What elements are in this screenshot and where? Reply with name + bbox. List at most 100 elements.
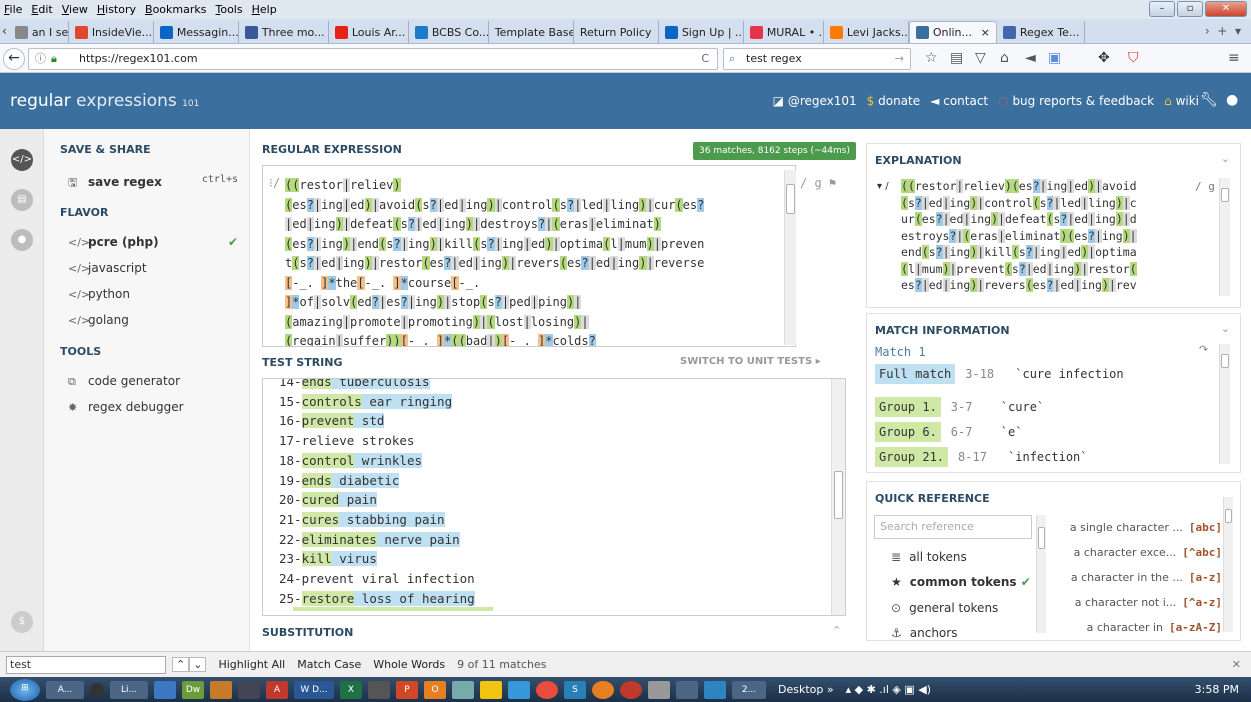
browser-tab[interactable]: Sign Up | ... <box>659 21 744 43</box>
match-case-button[interactable]: Match Case <box>297 658 361 671</box>
flavor-javascript[interactable]: </>javascript <box>68 261 147 275</box>
menu-help[interactable]: Help <box>252 3 277 16</box>
info-icon[interactable]: ⓘ <box>35 49 46 69</box>
menu-file[interactable]: File <box>4 3 22 16</box>
reading-list-icon[interactable]: ▤ <box>950 50 963 66</box>
taskbar-firefox-icon[interactable] <box>536 680 558 699</box>
menu-tools[interactable]: Tools <box>215 3 242 16</box>
quick-ref-item[interactable]: a character in [a-zA-Z] <box>1087 621 1222 634</box>
home-icon[interactable]: ⌂ <box>1000 50 1009 66</box>
menu-bookmarks[interactable]: Bookmarks <box>145 3 206 16</box>
find-next-button[interactable]: ⌄ <box>189 657 207 672</box>
taskbar-app-3[interactable]: Li... <box>110 680 148 699</box>
taskbar-app-2[interactable] <box>90 682 104 697</box>
chevron-down-icon[interactable]: ⌄ <box>1221 322 1230 335</box>
taskbar-word-icon[interactable]: W D... <box>294 680 334 699</box>
qr-right-scrollbar[interactable] <box>1223 497 1233 632</box>
menu-history[interactable]: History <box>97 3 136 16</box>
bookmark-star-icon[interactable]: ☆ <box>925 50 938 66</box>
flavor-pcre[interactable]: </>pcre (php) ✔ <box>68 235 238 249</box>
qr-left-scrollbar[interactable] <box>1036 515 1046 633</box>
taskbar-app-19[interactable] <box>592 680 614 699</box>
highlight-all-button[interactable]: Highlight All <box>218 658 285 671</box>
match-info-row[interactable]: Group 1. 3-7 `cure` <box>875 397 1044 417</box>
taskbar-powerpoint-icon[interactable]: P <box>396 680 418 699</box>
test-scroll-thumb[interactable] <box>834 471 843 519</box>
user-icon[interactable]: ● <box>1226 92 1238 108</box>
send-arrow-icon[interactable]: ◄ <box>1025 50 1036 66</box>
match-info-scrollbar[interactable] <box>1219 344 1230 464</box>
regex-debugger-button[interactable]: ✸ regex debugger <box>68 400 184 414</box>
bug-reports-link[interactable]: ◌ bug reports & feedback <box>998 94 1154 108</box>
find-prev-button[interactable]: ⌃ <box>172 657 190 672</box>
taskbar-acrobat-icon[interactable]: A <box>266 680 288 699</box>
taskbar-app-22[interactable] <box>676 680 698 699</box>
taskbar-app-4[interactable] <box>154 680 176 699</box>
taskbar-app-21[interactable] <box>648 680 670 699</box>
share-arrow-icon[interactable]: ↷ <box>1199 343 1208 356</box>
switch-unit-tests-button[interactable]: SWITCH TO UNIT TESTS ▸ <box>680 356 821 367</box>
desktop-toolbar[interactable]: Desktop » <box>778 683 834 696</box>
qr-left-scroll-thumb[interactable] <box>1038 527 1045 549</box>
qr-general-tokens[interactable]: ⊙ general tokens <box>891 601 998 615</box>
twitter-link[interactable]: ◪ @regex101 <box>773 94 857 108</box>
browser-tab[interactable]: Messagin... <box>154 21 239 43</box>
test-scrollbar[interactable] <box>831 379 845 615</box>
tab-scroll-left-icon[interactable]: ‹ <box>2 24 7 38</box>
taskbar-app-16[interactable] <box>508 680 530 699</box>
quick-ref-search-input[interactable]: Search reference <box>874 515 1032 539</box>
quick-ref-item[interactable]: a character not i... [^a-z] <box>1075 596 1222 609</box>
regex-text[interactable]: ((restor|reliev) (es?|ing|ed)|avoid(s?|ed… <box>285 176 785 346</box>
match-info-row[interactable]: Group 6. 6-7 `e` <box>875 422 1022 442</box>
tree-expand-icon[interactable]: ▾ / <box>877 181 889 192</box>
taskbar-outlook-icon[interactable]: O <box>424 680 446 699</box>
taskbar-app-1[interactable]: A... <box>46 680 84 699</box>
menu-edit[interactable]: Edit <box>31 3 52 16</box>
explanation-scroll-thumb[interactable] <box>1221 188 1229 202</box>
match-info-scroll-thumb[interactable] <box>1221 354 1229 368</box>
browser-tab[interactable]: Louis Ar... <box>329 21 409 43</box>
test-string-input[interactable]: 14-ends tuberculosis 15-controls ear ring… <box>262 378 846 616</box>
start-button[interactable]: ⊞ <box>10 678 40 701</box>
taskbar-app-11[interactable] <box>368 680 390 699</box>
browser-tab[interactable]: Levi Jacks... <box>824 21 909 43</box>
browser-tab[interactable]: Three mo... <box>239 21 329 43</box>
reload-icon[interactable]: C <box>701 49 709 69</box>
taskbar-app-23[interactable] <box>704 680 726 699</box>
menu-view[interactable]: View <box>62 3 88 16</box>
url-bar[interactable]: ⓘ 🔒︎ https://regex101.com C <box>28 48 718 70</box>
qr-all-tokens[interactable]: ≣ all tokens <box>891 550 967 564</box>
taskbar-app-7[interactable] <box>238 680 260 699</box>
qr-common-tokens[interactable]: ★ common tokens ✔ <box>891 575 1031 589</box>
back-arrow-icon[interactable]: ← <box>3 48 25 70</box>
browser-tab[interactable]: Regex Te... <box>997 21 1085 43</box>
chevron-up-icon[interactable]: ⌃ <box>832 624 841 637</box>
save-regex-button[interactable]: 🖫︎ save regex ctrl+s <box>68 174 238 193</box>
taskbar-app-15[interactable] <box>480 680 502 699</box>
wrench-icon[interactable]: 🔧︎ <box>1200 92 1218 108</box>
code-mode-icon[interactable]: </> <box>11 149 33 171</box>
contact-link[interactable]: ◄ contact <box>930 94 988 108</box>
minimize-button[interactable]: – <box>1149 1 1175 17</box>
find-input[interactable]: test <box>6 655 166 674</box>
taskbar-excel-icon[interactable]: X <box>340 680 362 699</box>
flavor-golang[interactable]: </>golang <box>68 313 129 327</box>
tab-scroll-right-icon[interactable]: › + ▾ <box>1205 24 1241 38</box>
whole-words-button[interactable]: Whole Words <box>373 658 445 671</box>
close-tab-icon[interactable]: × <box>981 26 990 39</box>
donate-link[interactable]: $ donate <box>867 94 920 108</box>
dollar-sponsor-icon[interactable]: $ <box>11 611 33 633</box>
close-window-button[interactable]: ✕ <box>1205 1 1247 17</box>
qr-right-scroll-thumb[interactable] <box>1225 509 1232 523</box>
extension-ql-icon[interactable]: ▣ <box>1048 50 1061 66</box>
browser-tab[interactable]: InsideVie... <box>69 21 154 43</box>
code-generator-button[interactable]: ⧉ code generator <box>68 374 180 389</box>
app-logo[interactable]: regular expressions 101 <box>10 91 199 111</box>
regex-input[interactable]: ⁝/ ((restor|reliev) (es?|ing|ed)|avoid(s?… <box>262 165 796 347</box>
chat-icon[interactable]: ● <box>11 229 33 251</box>
tray-icons[interactable]: ▴ ◆ ✱ .ıl ◈ ▣ ◀︎) <box>846 683 931 696</box>
search-go-icon[interactable]: → <box>895 49 904 69</box>
chevron-down-icon[interactable]: ⌄ <box>1221 152 1230 165</box>
browser-search-input[interactable]: ⌕ test regex → <box>723 48 911 70</box>
quick-ref-item[interactable]: a character in the ... [a-z] <box>1071 571 1222 584</box>
